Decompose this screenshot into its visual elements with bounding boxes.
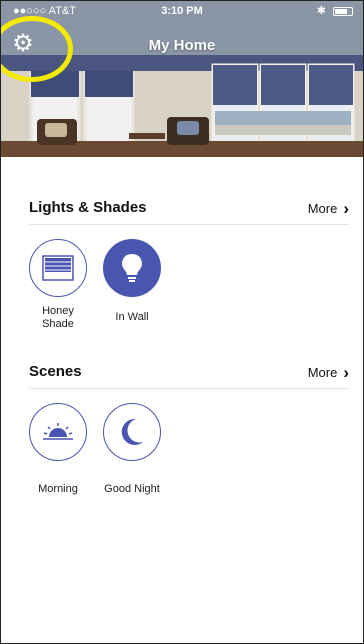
tile-label: In Wall (115, 311, 149, 323)
tile-label: Good Night (104, 483, 160, 495)
status-bar: ●●○○○ AT&T 3:10 PM ✱ (1, 1, 363, 21)
scene-tile-good-night[interactable]: Good Night (99, 403, 165, 496)
phone-screen: ●●○○○ AT&T 3:10 PM ✱ My Home ⚙ Lights & … (0, 0, 364, 644)
lights-shades-header: Lights & Shades More › (29, 193, 349, 223)
divider (29, 388, 349, 389)
honey-shade-button[interactable] (29, 239, 87, 297)
battery-icon: ✱ (317, 4, 353, 17)
chevron-right-icon: › (343, 363, 349, 382)
sunrise-icon (43, 423, 73, 440)
scene-tile-morning[interactable]: Morning (25, 403, 91, 496)
good-night-scene-button[interactable] (103, 403, 161, 461)
scenes-header: Scenes More › (29, 357, 349, 387)
morning-scene-button[interactable] (29, 403, 87, 461)
device-tile-honey-shade[interactable]: Honey Shade (25, 239, 91, 331)
divider (29, 224, 349, 225)
chevron-right-icon: › (343, 199, 349, 218)
scenes-more-link[interactable]: More › (308, 363, 349, 383)
in-wall-button[interactable] (103, 239, 161, 297)
device-tile-in-wall[interactable]: In Wall (99, 239, 165, 324)
shade-icon (42, 255, 74, 281)
section-title-lights: Lights & Shades (29, 199, 147, 216)
tile-label: Morning (38, 483, 78, 495)
clock-label: 3:10 PM (161, 5, 203, 17)
lights-more-link[interactable]: More › (308, 199, 349, 219)
gear-icon[interactable]: ⚙ (10, 31, 36, 57)
moon-icon (121, 418, 143, 445)
tile-label: Honey Shade (42, 305, 74, 330)
lightbulb-icon (122, 254, 142, 282)
section-title-scenes: Scenes (29, 363, 82, 380)
